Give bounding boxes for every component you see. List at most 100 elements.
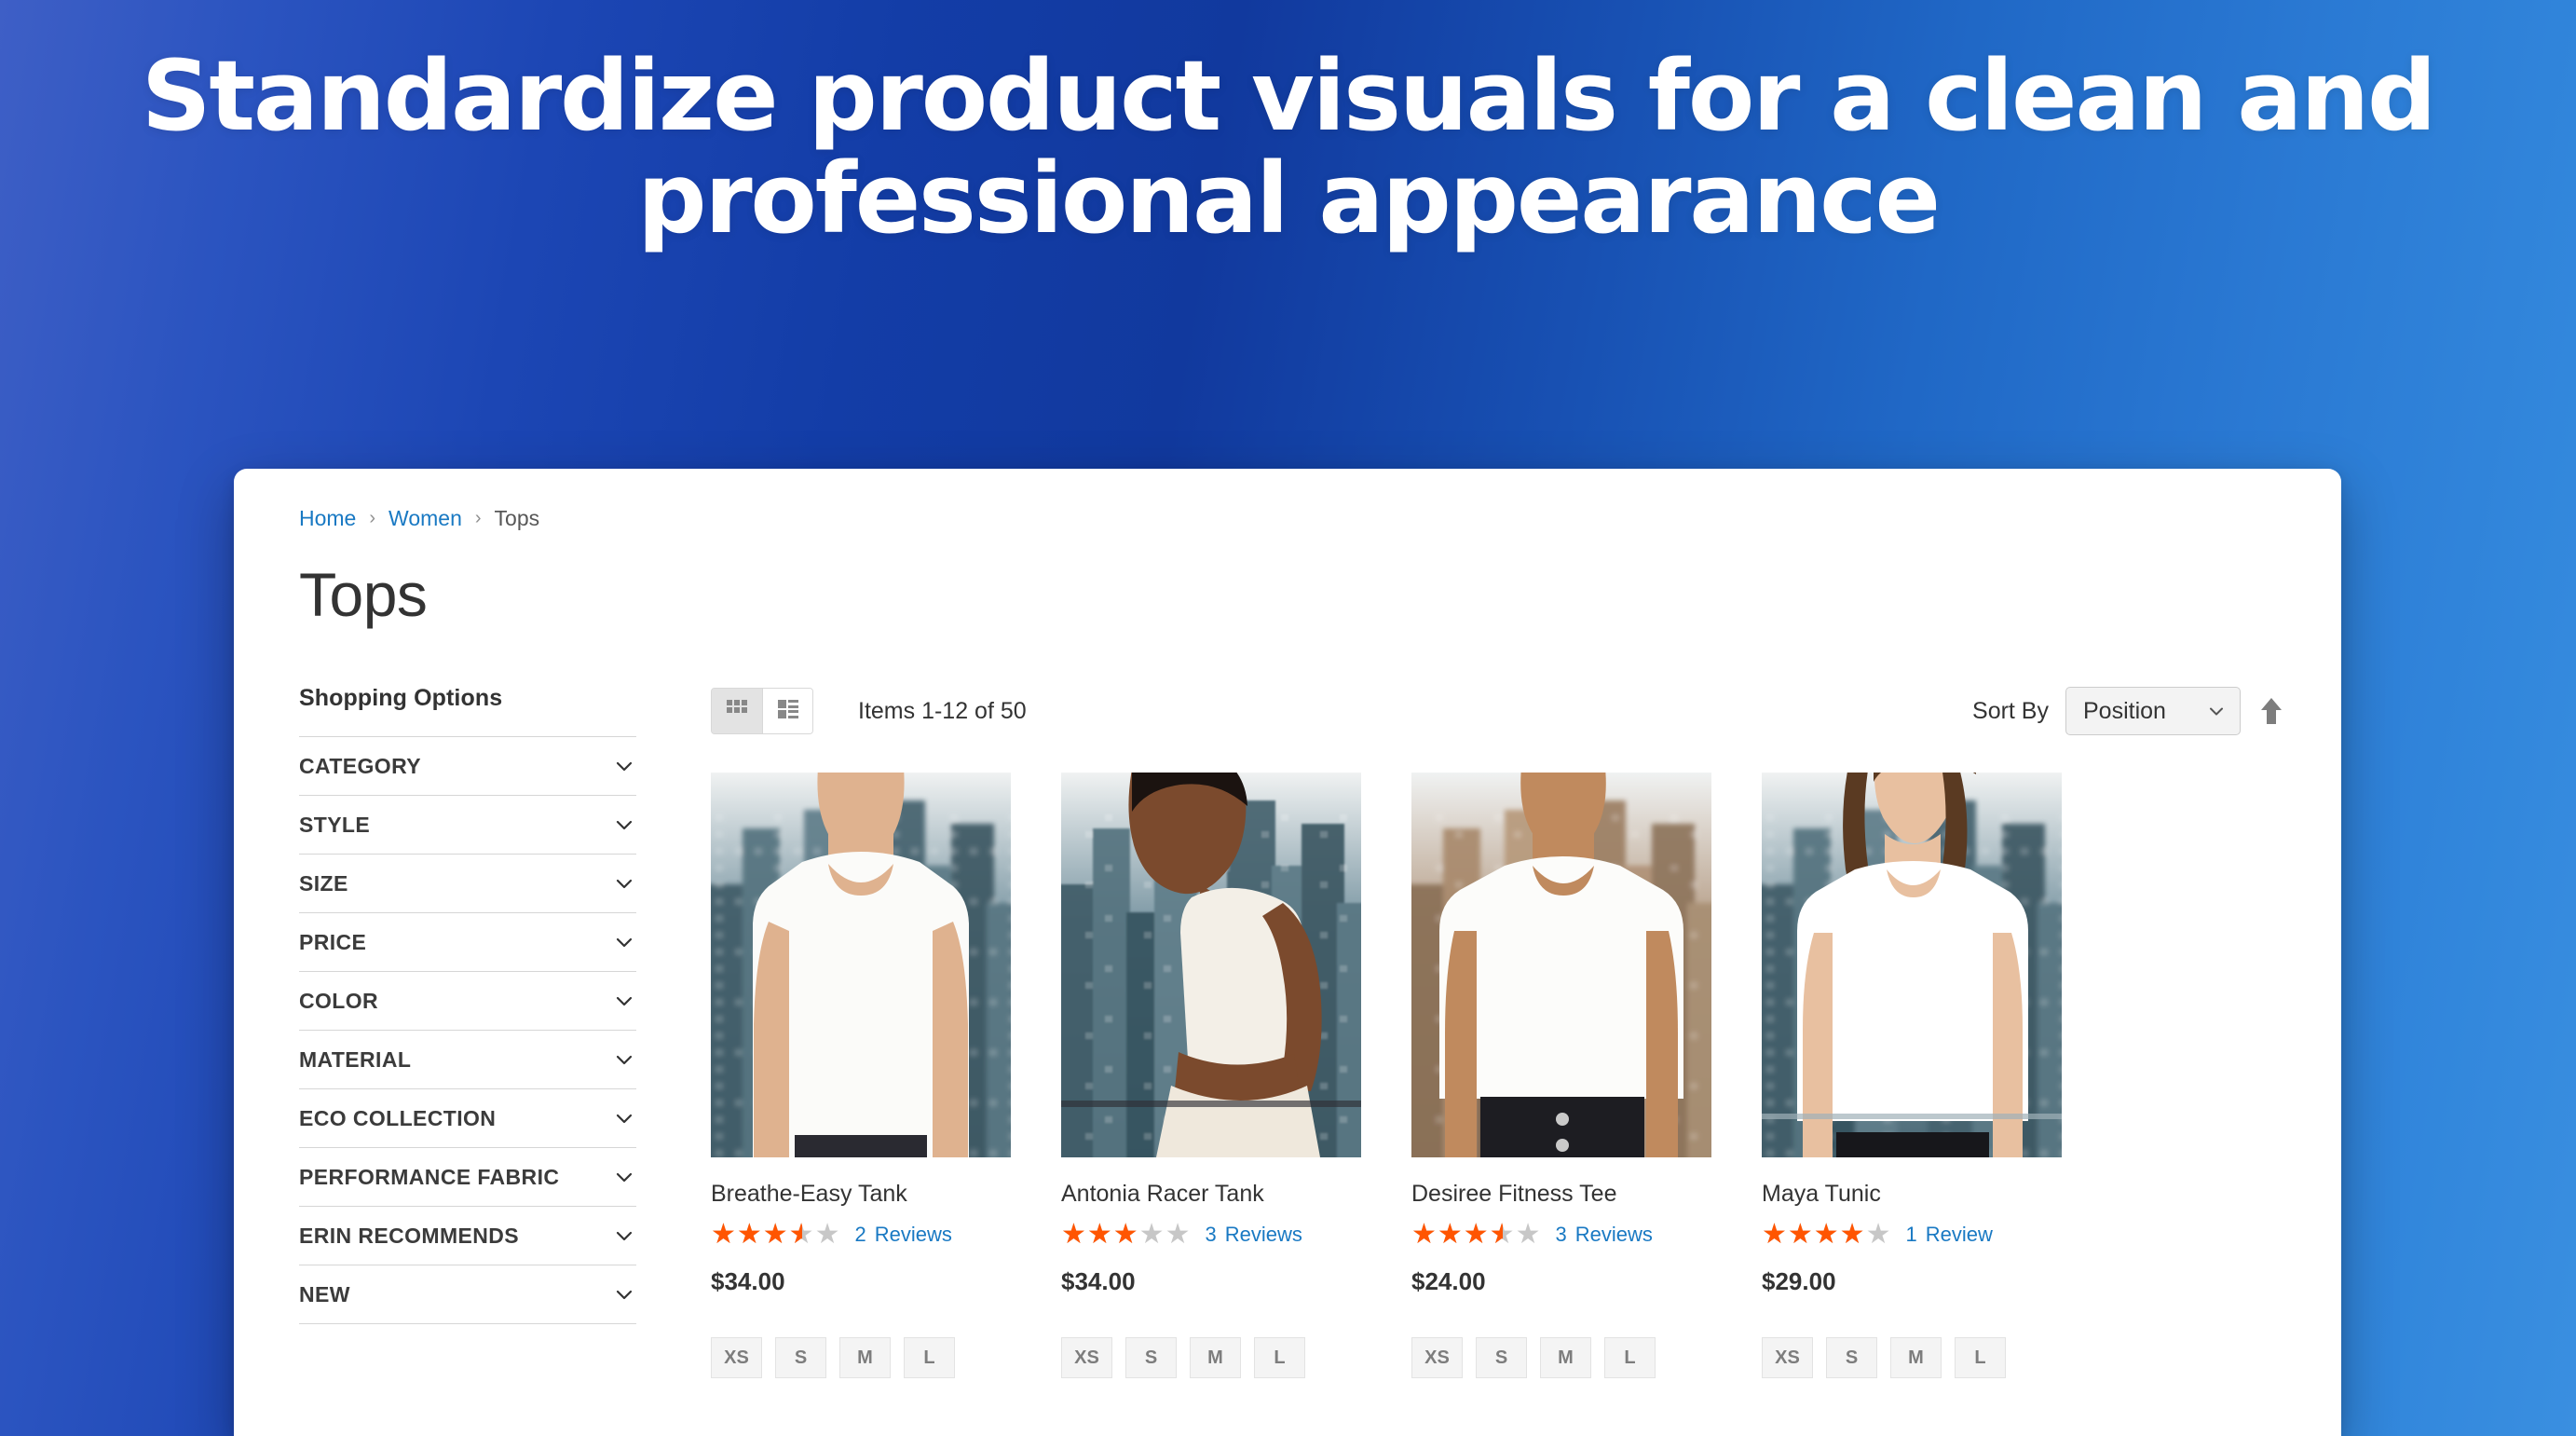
size-swatch-s[interactable]: S xyxy=(1826,1337,1877,1378)
breadcrumb-separator: › xyxy=(369,508,376,528)
product-name-link[interactable]: Breathe-Easy Tank xyxy=(711,1180,1011,1208)
sort-direction-button[interactable] xyxy=(2257,695,2285,727)
size-swatch-s[interactable]: S xyxy=(1476,1337,1527,1378)
filter-label: PRICE xyxy=(299,929,367,954)
shopping-options-sidebar: Shopping Options CATEGORY STYLE SIZE PRICE C… xyxy=(299,685,636,1324)
product-rating: ★★★★★★★★★★ 2 Reviews xyxy=(711,1221,1011,1249)
size-swatch-list: XS S M L xyxy=(1762,1337,2062,1378)
size-swatch-m[interactable]: M xyxy=(1890,1337,1942,1378)
filter-label: NEW xyxy=(299,1281,350,1306)
product-image[interactable] xyxy=(1061,773,1361,1157)
grid-view-icon xyxy=(725,697,749,726)
item-count-text: Items 1-12 of 50 xyxy=(858,697,1027,724)
chevron-down-icon xyxy=(612,1224,636,1248)
product-card: Antonia Racer Tank ★★★★★★★★★★ 3 Reviews $34.… xyxy=(1061,773,1361,1378)
filter-material[interactable]: MATERIAL xyxy=(299,1031,636,1089)
reviews-link[interactable]: Review xyxy=(1926,1223,1993,1247)
size-swatch-list: XS S M L xyxy=(1411,1337,1711,1378)
filter-size[interactable]: SIZE xyxy=(299,855,636,913)
star-rating-icon: ★★★★★★★★★★ xyxy=(1411,1218,1542,1251)
breadcrumb-item-tops: Tops xyxy=(494,505,540,530)
chevron-down-icon xyxy=(612,871,636,896)
review-count: 1 xyxy=(1905,1223,1917,1246)
product-rating: ★★★★★★★★★★ 3 Reviews xyxy=(1061,1221,1361,1249)
sorter: Sort By Position xyxy=(1972,687,2285,735)
main-layout: Shopping Options CATEGORY STYLE SIZE PRICE C… xyxy=(299,685,2285,1378)
product-rating: ★★★★★★★★★★ 1 Review xyxy=(1762,1221,2062,1249)
size-swatch-list: XS S M L xyxy=(711,1337,1011,1378)
filter-erin-recommends[interactable]: ERIN RECOMMENDS xyxy=(299,1207,636,1265)
view-mode-switcher[interactable] xyxy=(711,688,813,734)
size-swatch-l[interactable]: L xyxy=(1955,1337,2006,1378)
star-rating-icon: ★★★★★★★★★★ xyxy=(1762,1218,1892,1251)
size-swatch-xs[interactable]: XS xyxy=(1411,1337,1463,1378)
filter-eco-collection[interactable]: ECO COLLECTION xyxy=(299,1089,636,1148)
sort-by-select[interactable]: Position xyxy=(2065,687,2241,735)
size-swatch-s[interactable]: S xyxy=(1125,1337,1177,1378)
chevron-down-icon xyxy=(612,1047,636,1072)
breadcrumb-item-women[interactable]: Women xyxy=(388,506,462,531)
chevron-down-icon xyxy=(612,1282,636,1306)
size-swatch-l[interactable]: L xyxy=(904,1337,955,1378)
review-count: 3 xyxy=(1205,1223,1217,1246)
list-view-icon xyxy=(776,697,800,726)
reviews-link[interactable]: Reviews xyxy=(1225,1223,1302,1247)
size-swatch-s[interactable]: S xyxy=(775,1337,826,1378)
filter-performance-fabric[interactable]: PERFORMANCE FABRIC xyxy=(299,1148,636,1207)
filter-category[interactable]: CATEGORY xyxy=(299,737,636,796)
filter-color[interactable]: COLOR xyxy=(299,972,636,1031)
filter-style[interactable]: STYLE xyxy=(299,796,636,855)
shopping-options-heading: Shopping Options xyxy=(299,685,503,711)
filter-new[interactable]: NEW xyxy=(299,1265,636,1324)
filter-list: CATEGORY STYLE SIZE PRICE COLOR MATERIAL ECO C… xyxy=(299,736,636,1324)
grid-view-button[interactable] xyxy=(712,689,762,733)
chevron-down-icon xyxy=(612,754,636,778)
chevron-down-icon xyxy=(612,813,636,837)
chevron-down-icon xyxy=(612,930,636,954)
product-image[interactable] xyxy=(711,773,1011,1157)
size-swatch-xs[interactable]: XS xyxy=(711,1337,762,1378)
size-swatch-l[interactable]: L xyxy=(1604,1337,1656,1378)
product-list-content: Items 1-12 of 50 Sort By Position Breath… xyxy=(711,685,2285,1378)
size-swatch-m[interactable]: M xyxy=(1540,1337,1591,1378)
filter-label: ECO COLLECTION xyxy=(299,1105,497,1130)
star-rating-icon: ★★★★★★★★★★ xyxy=(1061,1218,1192,1251)
reviews-link[interactable]: Reviews xyxy=(1575,1223,1653,1247)
filter-label: ERIN RECOMMENDS xyxy=(299,1223,520,1248)
product-name-link[interactable]: Desiree Fitness Tee xyxy=(1411,1180,1711,1208)
size-swatch-l[interactable]: L xyxy=(1254,1337,1305,1378)
product-name-link[interactable]: Maya Tunic xyxy=(1762,1180,2062,1208)
review-count: 3 xyxy=(1555,1223,1567,1246)
hero-banner: Standardize product visuals for a clean … xyxy=(0,0,2576,256)
breadcrumb-separator: › xyxy=(474,508,482,528)
size-swatch-xs[interactable]: XS xyxy=(1762,1337,1813,1378)
product-grid: Breathe-Easy Tank ★★★★★★★★★★ 2 Reviews $34.0… xyxy=(711,773,2285,1378)
size-swatch-list: XS S M L xyxy=(1061,1337,1361,1378)
product-name-link[interactable]: Antonia Racer Tank xyxy=(1061,1180,1361,1208)
product-image[interactable] xyxy=(1762,773,2062,1157)
reviews-link[interactable]: Reviews xyxy=(875,1223,952,1247)
filter-label: PERFORMANCE FABRIC xyxy=(299,1164,560,1189)
chevron-down-icon xyxy=(2206,701,2227,721)
page-title: Tops xyxy=(299,560,428,629)
chevron-down-icon xyxy=(612,1165,636,1189)
filter-label: MATERIAL xyxy=(299,1046,412,1072)
product-toolbar: Items 1-12 of 50 Sort By Position xyxy=(711,685,2285,737)
product-image[interactable] xyxy=(1411,773,1711,1157)
size-swatch-xs[interactable]: XS xyxy=(1061,1337,1112,1378)
list-view-button[interactable] xyxy=(762,689,812,733)
hero-headline: Standardize product visuals for a clean … xyxy=(141,39,2437,256)
product-price: $29.00 xyxy=(1762,1267,1836,1295)
breadcrumb-item-home[interactable]: Home xyxy=(299,506,356,531)
screenshot-card: Home › Women › Tops Tops Shopping Options CA… xyxy=(234,469,2341,1436)
filter-label: SIZE xyxy=(299,870,348,896)
size-swatch-m[interactable]: M xyxy=(1190,1337,1241,1378)
product-price: $34.00 xyxy=(1061,1267,1136,1295)
sort-by-value: Position xyxy=(2083,697,2166,724)
product-card: Maya Tunic ★★★★★★★★★★ 1 Review $29.00 XS SML xyxy=(1762,773,2062,1378)
product-price: $24.00 xyxy=(1411,1267,1486,1295)
size-swatch-m[interactable]: M xyxy=(839,1337,891,1378)
chevron-down-icon xyxy=(612,1106,636,1130)
filter-price[interactable]: PRICE xyxy=(299,913,636,972)
product-rating: ★★★★★★★★★★ 3 Reviews xyxy=(1411,1221,1711,1249)
